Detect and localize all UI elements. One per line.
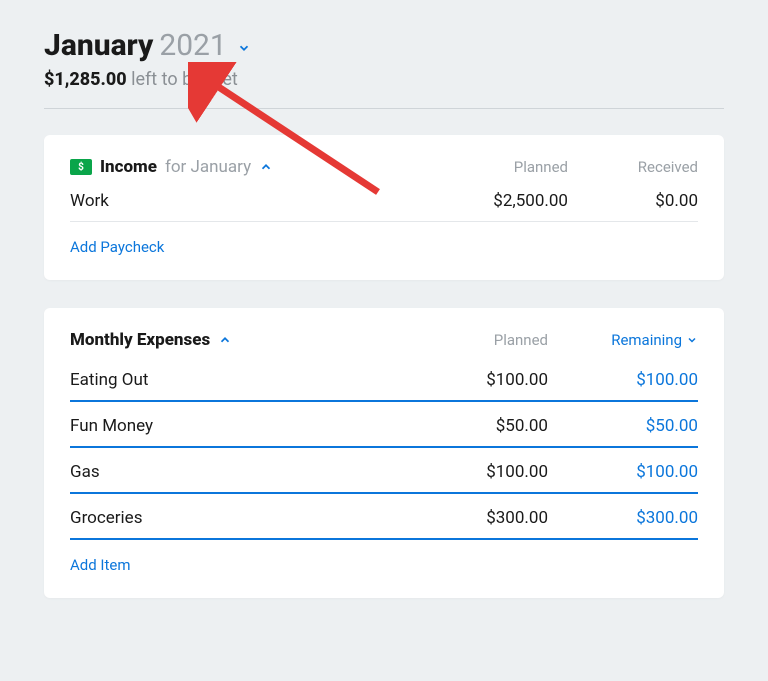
expenses-col-remaining[interactable]: Remaining (548, 331, 698, 349)
expense-planned: $50.00 (398, 416, 548, 436)
expense-row[interactable]: Fun Money $50.00 $50.00 (70, 402, 698, 448)
expenses-card: Monthly Expenses Planned Remaining Eatin… (44, 308, 724, 598)
income-subtitle: for January (165, 157, 251, 177)
income-col-planned: Planned (438, 158, 568, 176)
income-col-received: Received (568, 158, 698, 176)
expense-planned: $300.00 (398, 508, 548, 528)
left-amount: $1,285.00 (44, 69, 127, 90)
income-toggle[interactable]: $ Income for January (70, 157, 438, 177)
expense-remaining: $300.00 (548, 508, 698, 528)
expense-name: Eating Out (70, 370, 398, 390)
income-title: Income (100, 157, 157, 177)
expenses-toggle[interactable]: Monthly Expenses (70, 330, 398, 350)
expense-name: Fun Money (70, 416, 398, 436)
income-row[interactable]: Work $2,500.00 $0.00 (70, 177, 698, 222)
income-row-name: Work (70, 191, 438, 211)
expense-remaining: $100.00 (548, 462, 698, 482)
year-label: 2021 (159, 28, 226, 63)
expense-remaining: $50.00 (548, 416, 698, 436)
left-to-budget: $1,285.00 left to budget (44, 69, 724, 90)
chevron-up-icon (259, 160, 273, 174)
expense-row[interactable]: Gas $100.00 $100.00 (70, 448, 698, 494)
expense-remaining: $100.00 (548, 370, 698, 390)
income-row-planned: $2,500.00 (438, 191, 568, 211)
income-row-received: $0.00 (568, 191, 698, 211)
income-card: $ Income for January Planned Received Wo… (44, 135, 724, 280)
dollar-icon: $ (70, 159, 92, 175)
expense-planned: $100.00 (398, 370, 548, 390)
add-item-link[interactable]: Add Item (70, 556, 131, 574)
chevron-down-icon (237, 41, 251, 55)
budget-header: January 2021 $1,285.00 left to budget (44, 28, 724, 90)
add-paycheck-link[interactable]: Add Paycheck (70, 238, 164, 256)
expense-row[interactable]: Groceries $300.00 $300.00 (70, 494, 698, 540)
expense-planned: $100.00 (398, 462, 548, 482)
chevron-up-icon (218, 333, 232, 347)
expenses-col-planned: Planned (398, 331, 548, 349)
month-selector[interactable]: January 2021 (44, 28, 724, 63)
header-divider (44, 108, 724, 109)
left-label: left to budget (131, 69, 238, 90)
expense-name: Gas (70, 462, 398, 482)
expenses-title: Monthly Expenses (70, 330, 210, 350)
month-label: January (44, 28, 153, 63)
expense-name: Groceries (70, 508, 398, 528)
expense-row[interactable]: Eating Out $100.00 $100.00 (70, 356, 698, 402)
